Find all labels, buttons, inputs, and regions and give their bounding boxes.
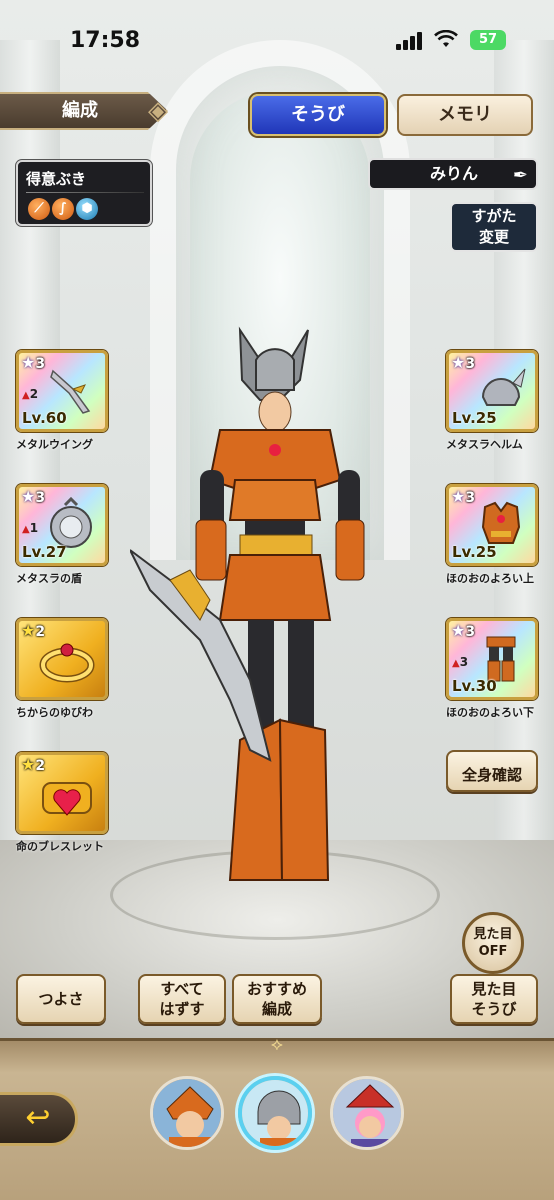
strength-button[interactable]: つよさ	[16, 974, 106, 1024]
party-member-avatar-1[interactable]	[150, 1076, 224, 1150]
divider	[26, 192, 144, 193]
body-lower-card[interactable]: ★3 ▲3 Lv.30	[446, 618, 538, 700]
bottom-ornament-icon: ⟡	[271, 1034, 283, 1055]
item-level: Lv.60	[22, 409, 67, 427]
plus-level: ▲2	[22, 387, 39, 401]
plus-level: ▲1	[22, 521, 39, 535]
status-time: 17:58	[70, 28, 141, 53]
appearance-equip-label-2: そうび	[471, 1000, 517, 1018]
tab-memory[interactable]: メモリ	[397, 94, 533, 136]
rarity-badge: ★3	[451, 353, 476, 372]
change-appearance-button[interactable]: すがた 変更	[450, 202, 538, 252]
character-name-plate[interactable]: みりん ✒	[368, 158, 538, 190]
accessory-card[interactable]: ★2	[16, 752, 108, 834]
rarity-badge: ★3	[451, 621, 476, 640]
favorite-weapons-panel: 得意ぶき ⟋ ∫ ⬢	[16, 160, 152, 226]
equip-slot-head[interactable]: ★3 Lv.25 メタスラヘルム	[446, 350, 538, 452]
item-name: 命のブレスレット	[16, 840, 104, 853]
change-appearance-label-1: すがた	[471, 207, 517, 225]
shield-card[interactable]: ★3 ▲1 Lv.27	[16, 484, 108, 566]
shield-icon: ⬢	[76, 198, 98, 220]
cellular-signal-icon	[396, 32, 426, 50]
back-arrow-button[interactable]: ↩	[0, 1092, 78, 1146]
accessory-card[interactable]: ★2	[16, 618, 108, 700]
appearance-off-toggle[interactable]: 見た目 OFF	[462, 912, 524, 974]
rarity-badge: ★3	[21, 353, 46, 372]
equip-slot-accessory-2[interactable]: ★2 命のブレスレット	[16, 752, 108, 854]
remove-all-label-2: はずす	[159, 1000, 205, 1018]
appearance-off-label-2: OFF	[478, 944, 508, 959]
item-name: メタスラヘルム	[446, 438, 523, 451]
appearance-off-label-1: 見た目	[473, 927, 513, 942]
equip-slot-body-lower[interactable]: ★3 ▲3 Lv.30 ほのおのよろい下	[446, 618, 538, 720]
recommended-label-1: おすすめ	[246, 980, 307, 998]
remove-all-button[interactable]: すべて はずす	[138, 974, 226, 1024]
weapon-card[interactable]: ★3 ▲2 Lv.60	[16, 350, 108, 432]
tab-equipment[interactable]: そうび	[250, 94, 386, 136]
item-name: ほのおのよろい上	[446, 572, 534, 585]
change-appearance-label-2: 変更	[478, 228, 509, 246]
head-card[interactable]: ★3 Lv.25	[446, 350, 538, 432]
equip-slot-body-upper[interactable]: ★3 Lv.25 ほのおのよろい上	[446, 484, 538, 586]
status-bar: 17:58 57	[0, 0, 554, 80]
character-name: みりん	[430, 164, 479, 183]
item-name: ほのおのよろい下	[446, 706, 534, 719]
recommended-formation-button[interactable]: おすすめ 編成	[232, 974, 322, 1024]
item-level: Lv.30	[452, 677, 497, 695]
rarity-badge: ★3	[451, 487, 476, 506]
party-member-avatar-3[interactable]	[330, 1076, 404, 1150]
back-arrow-icon: ↩	[25, 1100, 51, 1135]
full-body-check-button[interactable]: 全身確認	[446, 750, 538, 792]
equip-slot-shield[interactable]: ★3 ▲1 Lv.27 メタスラの盾	[16, 484, 108, 586]
item-level: Lv.27	[22, 543, 67, 561]
item-level: Lv.25	[452, 543, 497, 561]
sword-icon: ⟋	[28, 198, 50, 220]
appearance-equip-button[interactable]: 見た目 そうび	[450, 974, 538, 1024]
item-name: メタスラの盾	[16, 572, 82, 585]
favorite-weapons-title: 得意ぶき	[26, 170, 87, 188]
character-model[interactable]	[129, 320, 410, 900]
header-ornament-icon: ◈	[148, 96, 168, 126]
bracelet-heart-icon	[37, 769, 93, 825]
party-member-avatar-2[interactable]	[238, 1076, 312, 1150]
equip-slot-weapon[interactable]: ★3 ▲2 Lv.60 メタルウイング	[16, 350, 108, 452]
ring-icon	[37, 633, 95, 689]
rarity-badge: ★3	[21, 487, 46, 506]
item-name: ちからのゆびわ	[16, 706, 93, 719]
remove-all-label-1: すべて	[160, 980, 204, 998]
body-upper-card[interactable]: ★3 Lv.25	[446, 484, 538, 566]
formation-header: 編成	[0, 92, 168, 130]
equip-slot-accessory-1[interactable]: ★2 ちからのゆびわ	[16, 618, 108, 720]
item-level: Lv.25	[452, 409, 497, 427]
battery-indicator: 57	[470, 30, 506, 50]
wifi-icon	[434, 29, 458, 53]
whip-icon: ∫	[52, 198, 74, 220]
plus-level: ▲3	[452, 655, 469, 669]
recommended-label-2: 編成	[261, 1000, 292, 1018]
appearance-equip-label-1: 見た目	[471, 980, 517, 998]
item-name: メタルウイング	[16, 438, 93, 451]
feather-pen-icon: ✒	[512, 165, 528, 186]
